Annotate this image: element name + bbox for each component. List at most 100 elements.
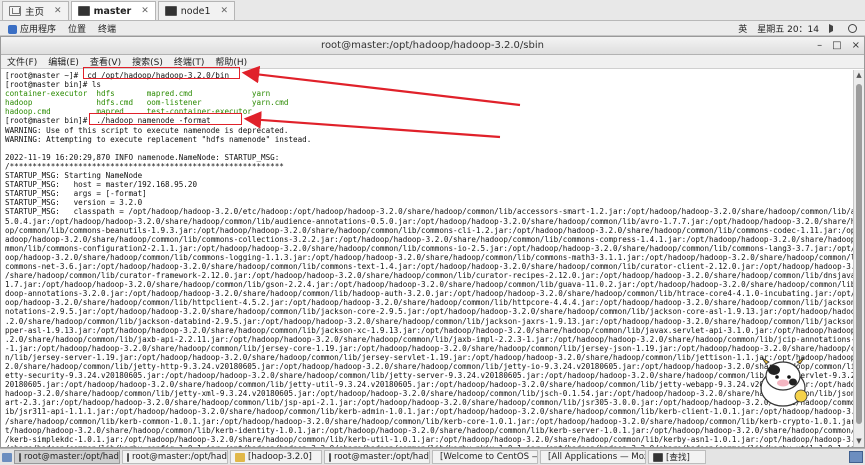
taskbar-item-label: [Welcome to CentOS — ... — [440, 452, 537, 462]
terminal-line: doop-annotations-3.2.0.jar:/opt/hadoop/h… — [5, 289, 854, 299]
terminal-line: notations-2.9.5.jar:/opt/hadoop/hadoop-3… — [5, 307, 854, 317]
maximize-button[interactable]: □ — [832, 37, 841, 55]
home-folder-icon — [9, 6, 21, 16]
tab-home[interactable]: 主页 ✕ — [2, 1, 69, 20]
terminal-line: ib/jsr311-api-1.1.1.jar:/opt/hadoop/hado… — [5, 407, 854, 417]
places-menu[interactable]: 位置 — [68, 22, 86, 35]
folder-icon — [235, 452, 245, 462]
terminal-line: STARTUP_MSG: Starting NameNode — [5, 171, 143, 181]
terminal-line: WARNING: Attempting to execute replaceme… — [5, 134, 312, 144]
terminal-icon — [19, 452, 21, 462]
terminal-icon — [653, 452, 663, 462]
taskbar-item-label: root@master:/opt/hado... — [334, 452, 429, 462]
terminal-line: 2.0/share/hadoop/common/lib/jetty-http-9… — [5, 362, 854, 371]
terminal-line: [root@master bin]# ls — [5, 80, 102, 90]
terminal-icon — [164, 6, 177, 16]
close-icon[interactable]: ✕ — [221, 6, 229, 16]
terminal-line: STARTUP_MSG: host = master/192.168.95.20 — [5, 180, 198, 190]
volume-icon[interactable] — [829, 24, 838, 33]
taskbar-item-label: root@master:/opt/hado... — [24, 452, 119, 462]
terminal-line: /share/hadoop/common/lib/kerby-config-1.… — [5, 444, 854, 447]
terminal-line: WARNING: Use of this script to execute n… — [5, 125, 289, 135]
tab-label: node1 — [180, 5, 211, 17]
terminal-output[interactable]: [root@master ~]# cd /opt/hadoop/hadoop-3… — [1, 70, 854, 447]
input-method-indicator[interactable]: 英 — [738, 22, 747, 35]
cow-mascot-sticker — [760, 357, 808, 407]
taskbar-item-label: root@master:/opt/hado... — [132, 452, 227, 462]
terminal-line: 2022-11-19 16:20:29,870 INFO namenode.Na… — [5, 152, 280, 162]
terminal-line: t/hadoop/hadoop-3.2.0/share/hadoop/commo… — [5, 425, 854, 435]
taskbar-item-label: [hadoop-3.2.0] — [248, 452, 312, 462]
terminal-line: .2.0/share/hadoop/common/lib/jaxb-api-2.… — [5, 334, 854, 344]
terminal-line: STARTUP_MSG: args = [-format] — [5, 189, 147, 199]
highlight-cd-command — [83, 67, 240, 79]
taskbar-item[interactable]: [hadoop-3.2.0] — [230, 450, 322, 464]
terminal-line: 5.0.4.jar:/opt/hadoop/hadoop-3.2.0/share… — [5, 216, 854, 226]
window-titlebar[interactable]: root@master:/opt/hadoop/hadoop-3.2.0/sbi… — [1, 37, 864, 55]
terminal-line: /kerb-simplekdc-1.0.1.jar:/opt/hadoop/ha… — [5, 434, 854, 444]
terminal-icon — [329, 452, 331, 462]
taskbar-item-label: [查找] — [666, 453, 690, 463]
terminal-line: /share/hadoop/common/lib/kerb-common-1.0… — [5, 416, 854, 426]
tab-node1[interactable]: node1 ✕ — [157, 1, 236, 20]
tab-label: 主页 — [25, 7, 45, 18]
taskbar-item-label: [All Applications — Mozil... — [548, 452, 645, 462]
workspace-switcher[interactable] — [849, 451, 863, 463]
terminal-line: pper-asl-1.9.13.jar:/opt/hadoop/hadoop-3… — [5, 325, 854, 335]
scroll-up-icon[interactable]: ▲ — [855, 71, 863, 80]
taskbar-item[interactable]: [All Applications — Mozil... — [540, 450, 646, 464]
tab-master[interactable]: master ✕ — [70, 1, 156, 20]
terminal-line: /***************************************… — [5, 161, 284, 171]
power-icon[interactable] — [848, 24, 857, 33]
terminal-line: oop/hadoop-3.2.0/share/hadoop/common/lib… — [5, 298, 854, 308]
taskbar: root@master:/opt/hado... root@master:/opt… — [0, 448, 865, 465]
terminal-line: mmon/lib/commons-configuration2-2.1.1.ja… — [5, 243, 854, 253]
top-panel: 应用程序 位置 终端 英 星期五 20：14 — [0, 21, 865, 36]
terminal-line: hadoop hdfs.cmd oom-listener yarn.cmd — [5, 98, 289, 108]
applications-icon — [8, 24, 17, 34]
scroll-down-icon[interactable]: ▼ — [855, 437, 863, 446]
tab-bar: 主页 ✕ master ✕ node1 ✕ — [0, 0, 865, 21]
tab-label: master — [93, 5, 132, 17]
menu-file[interactable]: 文件(F) — [7, 55, 37, 68]
terminal-line: etty-security-9.3.24.v20180605.jar:/opt/… — [5, 371, 854, 381]
terminal-line: STARTUP_MSG: classpath = /opt/hadoop/had… — [5, 207, 854, 217]
terminal-icon — [127, 452, 129, 462]
terminal-line: n/lib/jersey-server-1.19.jar:/opt/hadoop… — [5, 352, 854, 362]
terminal-line: container-executor hdfs mapred.cmd yarn — [5, 89, 271, 99]
terminal-line: op/common/lib/commons-beanutils-1.9.3.ja… — [5, 225, 854, 235]
terminal-line: commons-net-3.6.jar:/opt/hadoop/hadoop-3… — [5, 261, 854, 271]
minimize-button[interactable]: – — [817, 37, 822, 55]
terminal-icon — [77, 6, 90, 16]
taskbar-item[interactable]: root@master:/opt/hado... — [324, 450, 430, 464]
terminal-line: STARTUP_MSG: version = 3.2.0 — [5, 198, 143, 208]
window-title: root@master:/opt/hadoop/hadoop-3.2.0/sbi… — [321, 40, 544, 51]
clock[interactable]: 星期五 20：14 — [757, 22, 819, 35]
terminal-line: art-2.3.jar:/opt/hadoop/hadoop-3.2.0/sha… — [5, 398, 854, 408]
terminal-window: root@master:/opt/hadoop/hadoop-3.2.0/sbi… — [0, 36, 865, 448]
taskbar-item[interactable]: [Welcome to CentOS — ... — [432, 450, 538, 464]
terminal-menu[interactable]: 终端 — [98, 22, 116, 35]
terminal-line: hadoop-3.2.0/share/hadoop/common/lib/jet… — [5, 389, 854, 399]
terminal-line: adoop/hadoop-3.2.0/share/hadoop/common/l… — [5, 234, 854, 244]
menu-edit[interactable]: 编辑(E) — [48, 55, 79, 68]
taskbar-item[interactable]: root@master:/opt/hado... — [122, 450, 228, 464]
taskbar-item[interactable]: [查找] — [648, 450, 706, 464]
vertical-scrollbar[interactable]: ▲ ▼ — [853, 70, 864, 447]
show-desktop-icon[interactable] — [2, 452, 12, 462]
applications-label: 应用程序 — [20, 24, 57, 35]
terminal-line: /share/hadoop/common/lib/curator-framewo… — [5, 271, 854, 281]
terminal-line: -1.jar:/opt/hadoop/hadoop-3.2.0/share/ha… — [5, 343, 854, 353]
highlight-format-command — [89, 113, 242, 125]
scrollbar-thumb[interactable] — [856, 84, 862, 424]
close-icon[interactable]: ✕ — [54, 6, 62, 16]
terminal-line: 1.7.jar:/opt/hadoop/hadoop-3.2.0/share/h… — [5, 280, 854, 290]
terminal-line: 20180605.jar:/opt/hadoop/hadoop-3.2.0/sh… — [5, 380, 854, 390]
taskbar-item[interactable]: root@master:/opt/hado... — [14, 450, 120, 464]
close-icon[interactable]: ✕ — [141, 6, 149, 16]
terminal-line: oop/hadoop-3.2.0/share/hadoop/common/lib… — [5, 252, 854, 262]
applications-menu[interactable]: 应用程序 — [8, 22, 56, 35]
terminal-line: .2.0/share/hadoop/common/lib/jackson-dat… — [5, 316, 854, 326]
close-button[interactable]: × — [852, 37, 860, 55]
